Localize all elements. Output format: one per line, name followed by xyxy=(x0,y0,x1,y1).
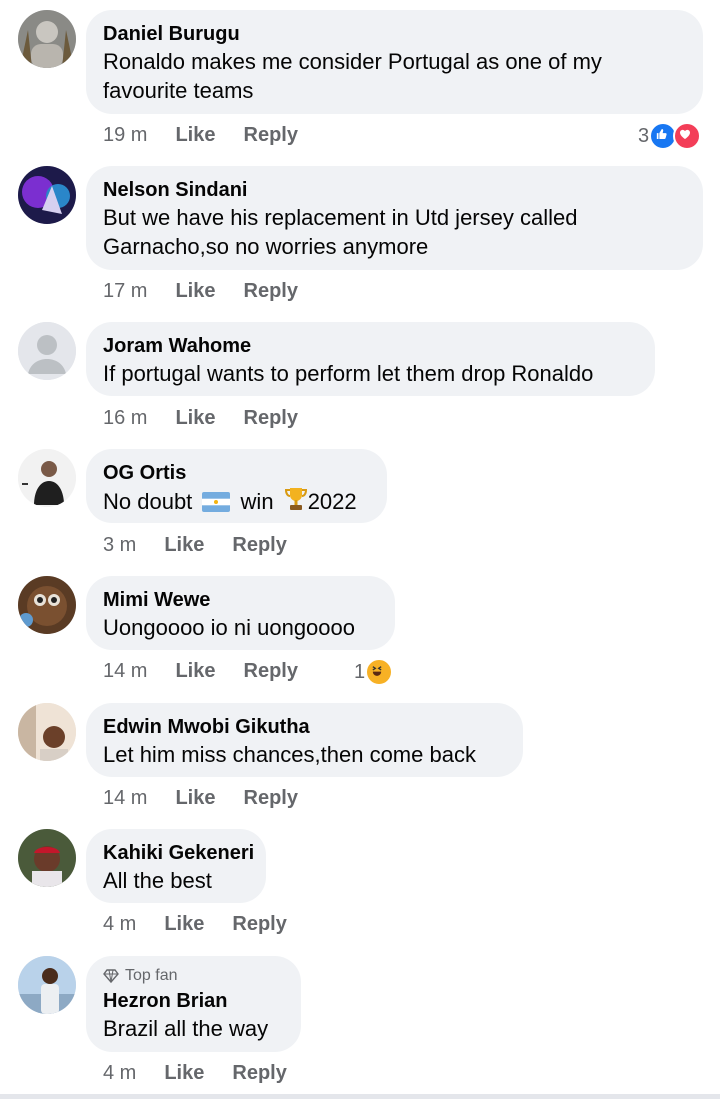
comment-actions: 14 m Like Reply xyxy=(103,660,326,683)
commenter-name[interactable]: Edwin Mwobi Gikutha xyxy=(103,714,506,740)
comment-time[interactable]: 4 m xyxy=(103,1062,136,1085)
like-button[interactable]: Like xyxy=(164,1062,204,1085)
commenter-name[interactable]: Joram Wahome xyxy=(103,333,638,359)
like-button[interactable]: Like xyxy=(164,534,204,557)
diamond-icon xyxy=(103,969,119,984)
reaction-count: 1 xyxy=(354,660,366,683)
haha-emoji-icon xyxy=(365,658,394,686)
comment-actions: 16 m Like Reply xyxy=(103,407,326,430)
avatar[interactable] xyxy=(18,322,76,380)
reply-button[interactable]: Reply xyxy=(244,407,298,430)
like-button[interactable]: Like xyxy=(175,787,215,810)
badge-label: Top fan xyxy=(125,967,178,984)
comment-text-part: No doubt xyxy=(103,489,193,514)
comment-time[interactable]: 4 m xyxy=(103,913,136,936)
comment-bubble: Top fan Hezron Brian Brazil all the way xyxy=(86,956,301,1052)
comment-bubble: Mimi Wewe Uongoooo io ni uongoooo xyxy=(86,576,395,650)
like-button[interactable]: Like xyxy=(175,660,215,683)
comment-bubble: Joram Wahome If portugal wants to perfor… xyxy=(86,322,655,396)
avatar[interactable] xyxy=(18,956,76,1014)
comment-time[interactable]: 14 m xyxy=(103,787,147,810)
commenter-name[interactable]: OG Ortis xyxy=(103,460,370,486)
comment-bubble: Kahiki Gekeneri All the best xyxy=(86,829,266,903)
commenter-name[interactable]: Daniel Burugu xyxy=(103,21,686,47)
comment-text: But we have his replacement in Utd jerse… xyxy=(103,205,578,259)
avatar[interactable] xyxy=(18,703,76,761)
comment-actions: 17 m Like Reply xyxy=(103,280,326,303)
comment-bubble: Daniel Burugu Ronaldo makes me consider … xyxy=(86,10,703,114)
like-button[interactable]: Like xyxy=(164,913,204,936)
reply-button[interactable]: Reply xyxy=(244,280,298,303)
argentina-flag-icon xyxy=(202,490,231,519)
trophy-emoji-icon xyxy=(284,486,308,519)
comment-time[interactable]: 17 m xyxy=(103,280,147,303)
comment-text-part: 2022 xyxy=(307,489,357,514)
reply-button[interactable]: Reply xyxy=(244,124,298,147)
comment-text: Ronaldo makes me consider Portugal as on… xyxy=(103,49,602,103)
comment-text: All the best xyxy=(103,868,212,893)
comment-time[interactable]: 14 m xyxy=(103,660,147,683)
comment-bubble: OG Ortis No doubt win 2022 xyxy=(86,449,387,523)
reply-button[interactable]: Reply xyxy=(244,787,298,810)
avatar[interactable] xyxy=(18,829,76,887)
comment-text: Uongoooo io ni uongoooo xyxy=(103,615,356,640)
comment-text-part: win xyxy=(240,489,274,514)
reaction-summary[interactable]: 1 xyxy=(354,658,394,686)
reply-button[interactable]: Reply xyxy=(232,913,286,936)
like-button[interactable]: Like xyxy=(175,280,215,303)
comment-actions: 3 m Like Reply xyxy=(103,534,315,557)
heart-icon xyxy=(673,122,702,150)
commenter-name[interactable]: Kahiki Gekeneri xyxy=(103,840,254,866)
comment-actions: 4 m Like Reply xyxy=(103,1062,315,1085)
comment-actions: 4 m Like Reply xyxy=(103,913,315,936)
reaction-count: 3 xyxy=(638,124,650,147)
comment-time[interactable]: 16 m xyxy=(103,407,147,430)
reaction-summary[interactable]: 3 xyxy=(638,122,702,150)
avatar[interactable] xyxy=(18,10,76,68)
comment-actions: 19 m Like Reply xyxy=(103,124,326,147)
reply-button[interactable]: Reply xyxy=(244,660,298,683)
commenter-name[interactable]: Hezron Brian xyxy=(103,988,284,1014)
divider xyxy=(0,1094,720,1099)
comment-text: No doubt win 2022 xyxy=(103,486,370,519)
comment-text: Brazil all the way xyxy=(103,1016,269,1041)
comment-actions: 14 m Like Reply xyxy=(103,787,326,810)
comment-bubble: Edwin Mwobi Gikutha Let him miss chances… xyxy=(86,703,523,777)
comment-bubble: Nelson Sindani But we have his replaceme… xyxy=(86,166,703,270)
top-fan-badge: Top fan xyxy=(103,967,284,985)
reply-button[interactable]: Reply xyxy=(232,1062,286,1085)
commenter-name[interactable]: Mimi Wewe xyxy=(103,587,378,613)
comment-time[interactable]: 19 m xyxy=(103,124,147,147)
comment-time[interactable]: 3 m xyxy=(103,534,136,557)
comment-text: If portugal wants to perform let them dr… xyxy=(103,361,594,386)
reply-button[interactable]: Reply xyxy=(232,534,286,557)
like-button[interactable]: Like xyxy=(175,124,215,147)
comment-text: Let him miss chances,then come back xyxy=(103,742,476,767)
like-button[interactable]: Like xyxy=(175,407,215,430)
commenter-name[interactable]: Nelson Sindani xyxy=(103,177,686,203)
avatar[interactable] xyxy=(18,576,76,634)
avatar[interactable] xyxy=(18,166,76,224)
avatar[interactable] xyxy=(18,449,76,507)
